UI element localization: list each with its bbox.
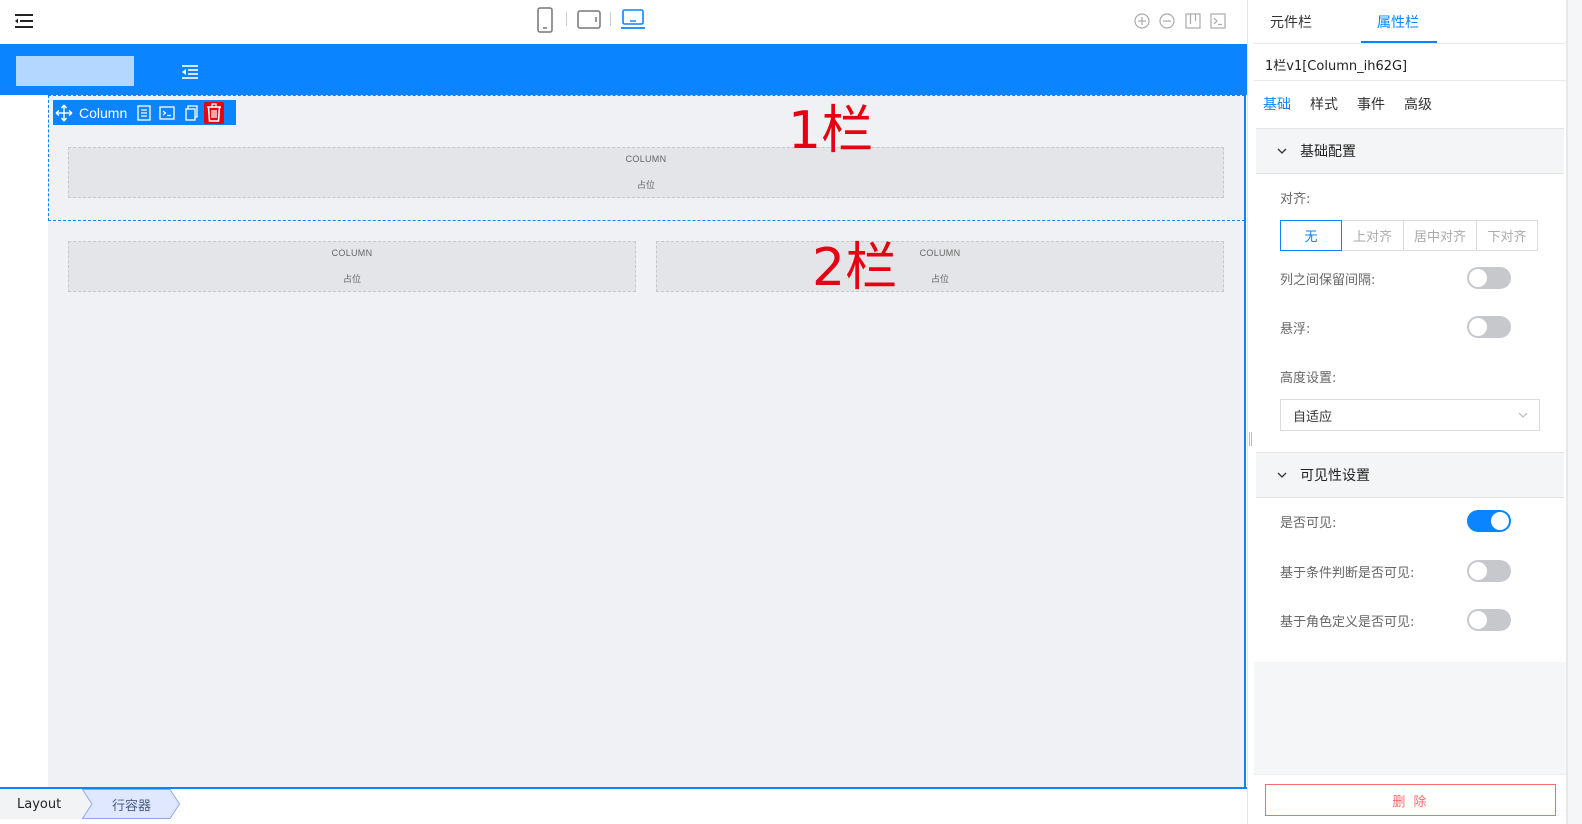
align-option-bottom[interactable]: 下对齐 [1476,220,1538,251]
column-placeholder[interactable]: COLUMN 占位 [68,241,636,292]
canvas-header [0,44,1247,95]
divider [1254,43,1566,44]
column-title: COLUMN [331,248,373,258]
divider [1254,80,1566,81]
column-placeholder[interactable]: COLUMN 占位 [68,147,1224,198]
layout-icon[interactable] [1184,12,1202,30]
divider [1254,774,1566,775]
subtab-advanced[interactable]: 高级 [1404,94,1432,114]
panel-splitter[interactable] [1247,0,1254,824]
align-option-top[interactable]: 上对齐 [1341,220,1404,251]
float-toggle[interactable] [1467,316,1511,338]
tab-components[interactable]: 元件栏 [1270,12,1312,32]
column-gap-toggle[interactable] [1467,267,1511,289]
column-gap-label: 列之间保留间隔: [1280,273,1376,288]
float-label: 悬浮: [1280,322,1311,337]
height-select[interactable]: 自适应 [1280,399,1540,431]
divider [610,12,611,26]
section-title: 可见性设置 [1300,468,1370,484]
align-option-center[interactable]: 居中对齐 [1403,220,1477,251]
column-placeholder-text: 占位 [636,181,655,191]
role-visible-toggle[interactable] [1467,609,1511,631]
visible-label: 是否可见: [1280,516,1337,531]
chevron-down-icon [1277,472,1287,478]
column-title: COLUMN [625,154,667,164]
subtab-style[interactable]: 样式 [1310,94,1338,114]
align-label: 对齐: [1280,192,1311,207]
align-option-none[interactable]: 无 [1280,220,1342,251]
zoom-in-icon[interactable] [1133,12,1151,30]
zoom-out-icon[interactable] [1158,12,1176,30]
height-select-value: 自适应 [1293,409,1333,425]
conditional-visible-label: 基于条件判断是否可见: [1280,566,1415,581]
height-setting-label: 高度设置: [1280,371,1337,386]
breadcrumb-outline [82,789,180,819]
chevron-down-icon [1277,148,1287,154]
subtab-basic[interactable]: 基础 [1263,94,1291,114]
section-title: 基础配置 [1300,144,1356,160]
annotation-one-column: 1栏 [788,101,874,161]
panel-scrollbar[interactable] [1566,0,1568,824]
subtab-events[interactable]: 事件 [1357,94,1385,114]
panel-empty-area [1254,662,1566,774]
chevron-down-icon [1518,412,1528,418]
column-title: COLUMN [919,248,961,258]
logo-placeholder [16,56,134,86]
selected-component-toolbar: Column [53,100,236,125]
terminal-icon[interactable] [1209,12,1227,30]
splitter-grip[interactable] [1249,432,1252,446]
delete-button[interactable]: 删 除 [1265,784,1556,816]
desktop-device-icon[interactable] [619,7,647,33]
conditional-visible-toggle[interactable] [1467,560,1511,582]
menu-icon[interactable] [14,12,34,30]
annotation-two-columns: 2栏 [812,238,898,298]
role-visible-label: 基于角色定义是否可见: [1280,615,1415,630]
move-icon[interactable] [55,104,73,122]
copy-icon[interactable] [181,104,199,122]
visible-toggle[interactable] [1467,510,1511,532]
breadcrumb-item-layout[interactable]: Layout [0,789,92,819]
outdent-icon[interactable] [180,64,200,80]
align-segmented-control: 无 上对齐 居中对齐 下对齐 [1280,220,1540,251]
canvas-left-gutter [0,95,48,787]
column-placeholder-text: 占位 [342,275,361,285]
component-type-label: Column [79,104,128,121]
code-icon[interactable] [158,104,176,122]
column-placeholder[interactable]: COLUMN 占位 [656,241,1224,292]
tab-properties[interactable]: 属性栏 [1377,12,1419,32]
breadcrumb: Layout 行容器 [0,789,1247,824]
section-visibility[interactable]: 可见性设置 [1256,452,1564,498]
tablet-device-icon[interactable] [576,8,602,32]
document-icon[interactable] [135,104,153,122]
delete-trash-icon[interactable] [204,101,225,124]
section-basic-config[interactable]: 基础配置 [1256,128,1564,174]
column-placeholder-text: 占位 [930,275,949,285]
mobile-device-icon[interactable] [535,6,555,34]
divider [566,12,567,26]
component-title: 1栏v1[Column_ih62G] [1265,59,1408,74]
